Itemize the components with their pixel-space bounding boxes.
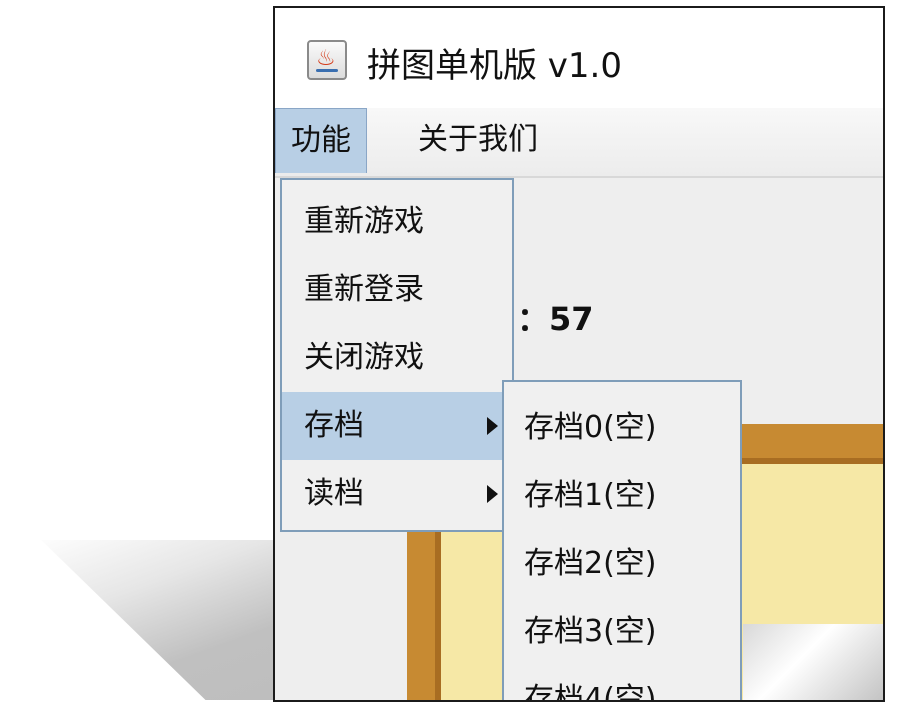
menu-about-us[interactable]: 关于我们 (403, 108, 553, 172)
submenu-arrow-icon (487, 485, 498, 503)
menu-item-close-game[interactable]: 关闭游戏 (282, 324, 512, 392)
window-shadow (41, 540, 285, 700)
step-count: ：57 (517, 300, 594, 338)
save-slot-1[interactable]: 存档1(空) (504, 462, 740, 530)
save-slot-3[interactable]: 存档3(空) (504, 598, 740, 666)
submenu-arrow-icon (487, 417, 498, 435)
app-window: ♨ 拼图单机版 v1.0 功能 关于我们 ：57 重新游戏 重新登录 关闭游戏 … (273, 6, 885, 702)
save-submenu: 存档0(空) 存档1(空) 存档2(空) 存档3(空) 存档4(空) (502, 380, 742, 700)
save-slot-2[interactable]: 存档2(空) (504, 530, 740, 598)
menu-item-load[interactable]: 读档 (282, 460, 512, 528)
window-title: 拼图单机版 v1.0 (367, 46, 622, 86)
java-icon: ♨ (307, 40, 347, 80)
function-dropdown-menu: 重新游戏 重新登录 关闭游戏 存档 读档 (280, 178, 514, 532)
menu-bar: 功能 关于我们 (275, 108, 883, 178)
menu-item-restart-game[interactable]: 重新游戏 (282, 188, 512, 256)
save-slot-4[interactable]: 存档4(空) (504, 666, 740, 700)
menu-item-save[interactable]: 存档 (282, 392, 512, 460)
menu-item-relogin[interactable]: 重新登录 (282, 256, 512, 324)
puzzle-photo-tile (743, 624, 883, 700)
menu-function[interactable]: 功能 (275, 108, 367, 173)
menu-item-save-label: 存档 (304, 408, 364, 443)
title-bar: ♨ 拼图单机版 v1.0 (275, 8, 883, 108)
menu-item-load-label: 读档 (304, 476, 364, 511)
save-slot-0[interactable]: 存档0(空) (504, 394, 740, 462)
